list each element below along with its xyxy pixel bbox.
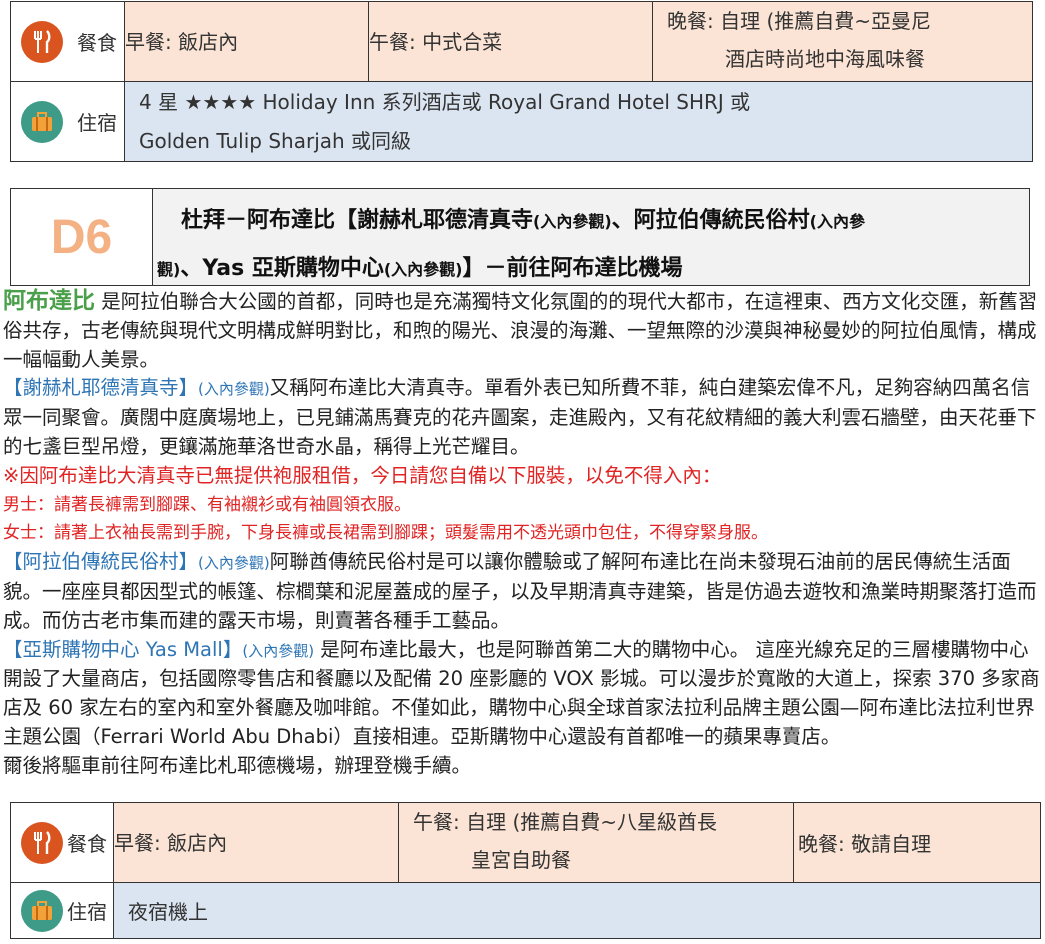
day-title-part-a: 杜拜－阿布達比【謝赫札耶德清真寺 <box>181 208 534 233</box>
hotel-line-1: 4 星 ★★★★ Holiday Inn 系列酒店或 Royal Grand H… <box>139 89 751 114</box>
village-paragraph: 【阿拉伯傳統民俗村】(入內參觀)阿聯酋傳統民俗村是可以讓你體驗或了解阿布達比在尚… <box>3 548 1043 635</box>
day-title-part-e: 】－前往阿布達比機場 <box>462 256 683 281</box>
bottom-lunch-line-1: 午餐: 自理 (推薦自費~八星級酋長 <box>413 810 718 834</box>
bottom-lunch-cell: 午餐: 自理 (推薦自費~八星級酋長 皇宮自助餐 <box>398 802 794 883</box>
intro-city-name: 阿布達比 <box>3 288 95 314</box>
day-description: 阿布達比 是阿拉伯聯合大公國的首都，同時也是充滿獨特文化氛圍的的現代大都市，在這… <box>3 287 1043 781</box>
day-title-note-d: (入內參觀) <box>383 260 463 279</box>
suitcase-icon <box>21 100 63 143</box>
day-title-note-a: (入內參觀) <box>533 212 612 231</box>
mosque-note: (入內參觀) <box>198 380 270 399</box>
hotel-cell: 4 星 ★★★★ Holiday Inn 系列酒店或 Royal Grand H… <box>124 81 1033 162</box>
hotel-line-2: Golden Tulip Sharjah 或同級 <box>139 128 412 153</box>
dress-warning: ※因阿布達比大清真寺已無提供袍服租借，今日請您自備以下服裝，以免不得入內： <box>3 463 722 487</box>
bottom-hotel-cell: 夜宿機上 <box>113 882 1041 939</box>
dinner-cell: 晚餐: 自理 (推薦自費~亞曼尼 酒店時尚地中海風味餐 <box>652 1 1033 82</box>
fork-knife-icon <box>21 20 63 63</box>
bottom-hotel-label: 住宿 <box>67 900 107 924</box>
bottom-lunch-line-2: 皇宮自助餐 <box>471 848 571 872</box>
bottom-hotel-label-cell: 住宿 <box>10 882 114 939</box>
airport-paragraph: 爾後將驅車前往阿布達比札耶德機場，辦理登機手續。 <box>3 753 472 777</box>
day-title-note-b: (入內參 <box>809 212 865 231</box>
intro-text: 是阿拉伯聯合大公國的首都，同時也是充滿獨特文化氛圍的的現代大都市，在這裡東、西方… <box>3 290 1038 371</box>
meal-label-cell: 餐食 <box>10 1 125 82</box>
breakfast-cell: 早餐: 飯店內 <box>124 1 369 82</box>
lunch-cell: 午餐: 中式合菜 <box>368 1 653 82</box>
dinner-line-2: 酒店時尚地中海風味餐 <box>725 47 925 71</box>
meal-label: 餐食 <box>77 31 117 55</box>
dress-women: 女士：請著上衣袖長需到手腕，下身長褲或長裙需到腳踝；頭髮需用不透光頭巾包住，不得… <box>3 523 768 544</box>
mall-name: 【亞斯購物中心 Yas Mall】 <box>3 637 243 661</box>
day-title-part-b: 、阿拉伯傳統民俗村 <box>611 208 810 233</box>
fork-knife-icon <box>21 821 63 864</box>
bottom-breakfast-cell: 早餐: 飯店內 <box>113 802 399 883</box>
village-note: (入內參觀) <box>198 554 270 573</box>
mosque-name: 【謝赫札耶德清真寺】 <box>3 376 199 400</box>
village-name: 【阿拉伯傳統民俗村】 <box>3 550 199 574</box>
mall-note: (入內參觀) <box>242 641 315 660</box>
day-title-note-c: 觀) <box>157 260 181 279</box>
day-title-part-d: 、Yas 亞斯購物中心 <box>180 256 384 281</box>
bottom-dinner-cell: 晚餐: 敬請自理 <box>793 802 1041 883</box>
mall-paragraph: 【亞斯購物中心 Yas Mall】(入內參觀) 是阿布達比最大，也是阿聯酋第二大… <box>3 636 1043 752</box>
dinner-line-1: 晚餐: 自理 (推薦自費~亞曼尼 <box>667 9 932 33</box>
bottom-meal-label-cell: 餐食 <box>10 802 114 883</box>
hotel-label-cell: 住宿 <box>10 81 125 162</box>
hotel-label: 住宿 <box>77 111 117 135</box>
dress-men: 男士：請著長褲需到腳踝、有袖襯衫或有袖圓領衣服。 <box>3 494 411 515</box>
day-title: 杜拜－阿布達比【謝赫札耶德清真寺(入內參觀)、阿拉伯傳統民俗村(入內參 觀)、Y… <box>153 189 1029 285</box>
suitcase-icon <box>21 889 63 932</box>
day-number: D6 <box>11 189 153 285</box>
bottom-itinerary-table: 餐食 早餐: 飯店內 午餐: 自理 (推薦自費~八星級酋長 皇宮自助餐 晚餐: … <box>10 802 1041 939</box>
bottom-meal-label: 餐食 <box>67 832 107 856</box>
intro-paragraph: 阿布達比 是阿拉伯聯合大公國的首都，同時也是充滿獨特文化氛圍的的現代大都市，在這… <box>3 287 1043 374</box>
day-header: D6 杜拜－阿布達比【謝赫札耶德清真寺(入內參觀)、阿拉伯傳統民俗村(入內參 觀… <box>10 188 1030 286</box>
top-itinerary-table: 餐食 早餐: 飯店內 午餐: 中式合菜 晚餐: 自理 (推薦自費~亞曼尼 酒店時… <box>10 1 1033 162</box>
mosque-paragraph: 【謝赫札耶德清真寺】(入內參觀)又稱阿布達比大清真寺。單看外表已知所費不菲，純白… <box>3 374 1043 461</box>
